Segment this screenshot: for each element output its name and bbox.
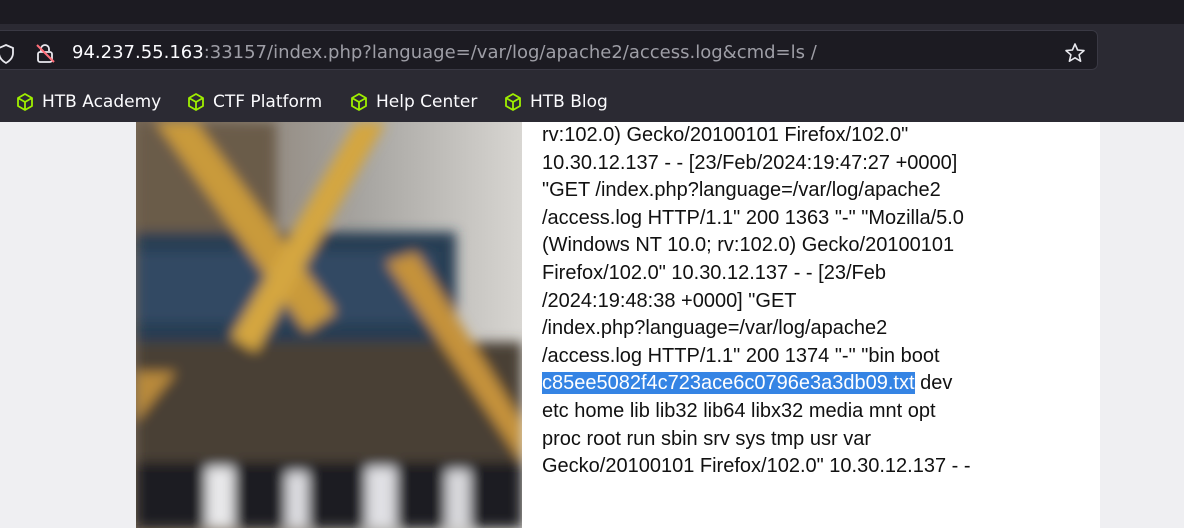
log-line: /access.log HTTP/1.1" 200 1374 "-" "bin …	[542, 344, 940, 367]
htb-cube-icon	[351, 93, 367, 111]
log-line: rv:102.0) Gecko/20100101 Firefox/102.0"	[542, 124, 909, 146]
htb-cube-icon	[188, 93, 204, 111]
log-output: rv:102.0) Gecko/20100101 Firefox/102.0" …	[542, 122, 1082, 481]
insecure-lock-icon[interactable]	[34, 42, 56, 64]
selected-filename[interactable]: c85ee5082f4c723ace6c0796e3a3db09.txt	[542, 372, 915, 395]
log-line: (Windows NT 10.0; rv:102.0) Gecko/201001…	[542, 234, 955, 257]
htb-cube-icon	[505, 93, 521, 111]
bookmark-label: HTB Academy	[42, 92, 162, 112]
shield-icon[interactable]	[0, 44, 15, 64]
bookmark-label: Help Center	[376, 92, 478, 112]
log-line: etc home lib lib32 lib64 libx32 media mn…	[542, 399, 936, 422]
log-line: 10.30.12.137 - - [23/Feb/2024:19:47:27 +…	[542, 151, 958, 174]
url-text[interactable]: 94.237.55.163:33157/index.php?language=/…	[72, 41, 817, 65]
tab-strip	[0, 0, 1184, 24]
bookmark-star-icon[interactable]	[1064, 42, 1086, 64]
blurred-crane-image	[136, 122, 522, 528]
log-line: "GET /index.php?language=/var/log/apache…	[542, 179, 941, 202]
log-line-tail: dev	[914, 372, 953, 395]
background-photo	[136, 122, 522, 528]
log-line: /access.log HTTP/1.1" 200 1363 "-" "Mozi…	[542, 206, 964, 229]
log-line: Gecko/20100101 Firefox/102.0" 10.30.12.1…	[542, 455, 971, 478]
url-path: :33157/index.php?language=/var/log/apach…	[203, 42, 817, 63]
log-line: Firefox/102.0" 10.30.12.137 - - [23/Feb	[542, 261, 886, 284]
bookmark-label: CTF Platform	[213, 92, 323, 112]
log-line: /2024:19:48:38 +0000] "GET	[542, 289, 797, 312]
log-line: proc root run sbin srv sys tmp usr var	[542, 427, 871, 450]
htb-cube-icon	[17, 93, 33, 111]
url-host: 94.237.55.163	[72, 42, 204, 63]
bookmark-label: HTB Blog	[530, 92, 608, 112]
log-line: /index.php?language=/var/log/apache2	[542, 317, 888, 340]
log-line-with-selection: c85ee5082f4c723ace6c0796e3a3db09.txt dev	[542, 370, 1082, 398]
